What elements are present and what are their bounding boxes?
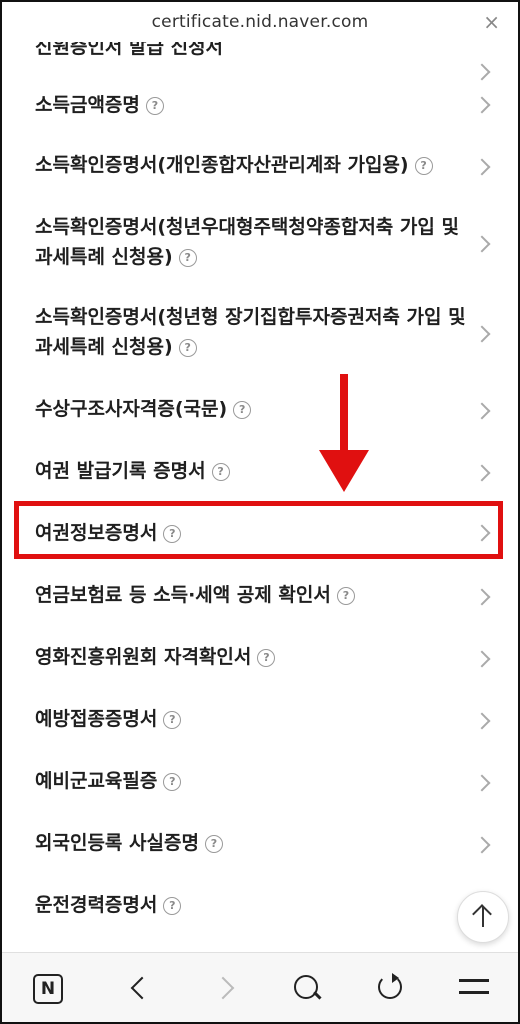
chevron-right-icon	[473, 235, 491, 253]
help-icon[interactable]: ?	[414, 157, 433, 175]
forward-button[interactable]	[207, 971, 247, 1007]
chevron-right-icon	[473, 836, 491, 854]
list-item-label-line2: 과세특례 신청용)	[35, 246, 173, 268]
red-arrow-down-icon	[319, 450, 369, 492]
chevron-right-icon	[473, 712, 491, 730]
list-item-label: 예비군교육필증	[35, 770, 158, 792]
list-item[interactable]: 예방접종증명서?	[2, 692, 518, 752]
list-item[interactable]: 예비군교육필증?	[2, 754, 518, 814]
chevron-right-icon	[473, 774, 491, 792]
list-item-label-line2: 과세특례 신청용)	[35, 336, 173, 358]
search-icon	[294, 975, 318, 999]
red-arrow-shaft	[340, 374, 348, 456]
list-item-label: 소득금액증명	[35, 94, 140, 116]
chevron-right-icon	[473, 464, 491, 482]
help-icon[interactable]: ?	[163, 773, 182, 791]
list-item[interactable]: 외국인등록 사실증명?	[2, 816, 518, 876]
list-item-label: 여권 발급기록 증명서	[35, 460, 206, 482]
chevron-right-icon	[473, 588, 491, 606]
list-item[interactable]: 운전경력증명서?	[2, 878, 518, 938]
browser-frame: certificate.nid.naver.com × 신원증인서 발급 신청서…	[0, 0, 520, 1024]
help-icon[interactable]: ?	[178, 249, 197, 267]
list-item-label: 소득확인증명서(청년우대형주택청약종합저축 가입 및	[35, 216, 459, 238]
help-icon[interactable]: ?	[204, 835, 223, 853]
list-item[interactable]: 영화진흥위원회 자격확인서?	[2, 630, 518, 690]
chevron-right-icon	[473, 402, 491, 420]
list-item[interactable]: 소득금액증명?	[2, 74, 518, 134]
search-button[interactable]	[288, 971, 328, 1007]
help-icon[interactable]: ?	[233, 401, 252, 419]
url-bar[interactable]: certificate.nid.naver.com ×	[2, 2, 518, 42]
list-item-label: 연금보험료 등 소득·세액 공제 확인서	[35, 584, 331, 606]
naver-n-icon: N	[33, 974, 63, 1004]
chevron-left-icon	[130, 976, 154, 1000]
reload-button[interactable]	[372, 971, 412, 1007]
chevron-right-icon	[473, 650, 491, 668]
list-item-label: 외국인등록 사실증명	[35, 832, 199, 854]
help-icon[interactable]: ?	[178, 339, 197, 357]
list-item[interactable]: 수상구조사자격증(국문)?	[2, 382, 518, 442]
list-item-label: 수상구조사자격증(국문)	[35, 398, 228, 420]
list-item-label: 예방접종증명서	[35, 708, 158, 730]
list-item[interactable]: 소득확인증명서(청년우대형주택청약종합저축 가입 및 과세특례 신청용)?	[2, 208, 518, 278]
list-item[interactable]: 소득확인증명서(청년형 장기집합투자증권저축 가입 및 과세특례 신청용)?	[2, 300, 518, 370]
highlight-box	[14, 501, 503, 559]
chevron-right-icon	[473, 158, 491, 176]
menu-button[interactable]	[457, 971, 497, 1007]
url-text: certificate.nid.naver.com	[151, 12, 369, 32]
menu-icon	[459, 979, 489, 982]
help-icon[interactable]: ?	[145, 97, 164, 115]
chevron-right-icon	[473, 96, 491, 114]
bottom-toolbar: N	[2, 952, 518, 1022]
chevron-right-icon	[473, 325, 491, 343]
list-item-label: 소득확인증명서(청년형 장기집합투자증권저축 가입 및	[35, 306, 466, 328]
help-icon[interactable]: ?	[163, 711, 182, 729]
close-icon[interactable]: ×	[483, 10, 500, 34]
help-icon[interactable]: ?	[336, 587, 355, 605]
arrow-up-icon	[482, 907, 484, 927]
help-icon[interactable]: ?	[257, 649, 276, 667]
list-item[interactable]: 소득확인증명서(개인종합자산관리계좌 가입용)?	[2, 136, 518, 196]
list-item[interactable]: 여권 발급기록 증명서?	[2, 444, 518, 504]
list-item-label: 소득확인증명서(개인종합자산관리계좌 가입용)	[35, 154, 409, 176]
scroll-top-button[interactable]	[457, 891, 509, 943]
chevron-right-icon	[211, 976, 235, 1000]
back-button[interactable]	[120, 971, 160, 1007]
naver-home-button[interactable]: N	[30, 971, 70, 1007]
help-icon[interactable]: ?	[211, 463, 230, 481]
list-item-label: 영화진흥위원회 자격확인서	[35, 646, 252, 668]
list-item-label: 운전경력증명서	[35, 894, 158, 916]
help-icon[interactable]: ?	[163, 897, 182, 915]
list-item[interactable]: 연금보험료 등 소득·세액 공제 확인서?	[2, 568, 518, 628]
